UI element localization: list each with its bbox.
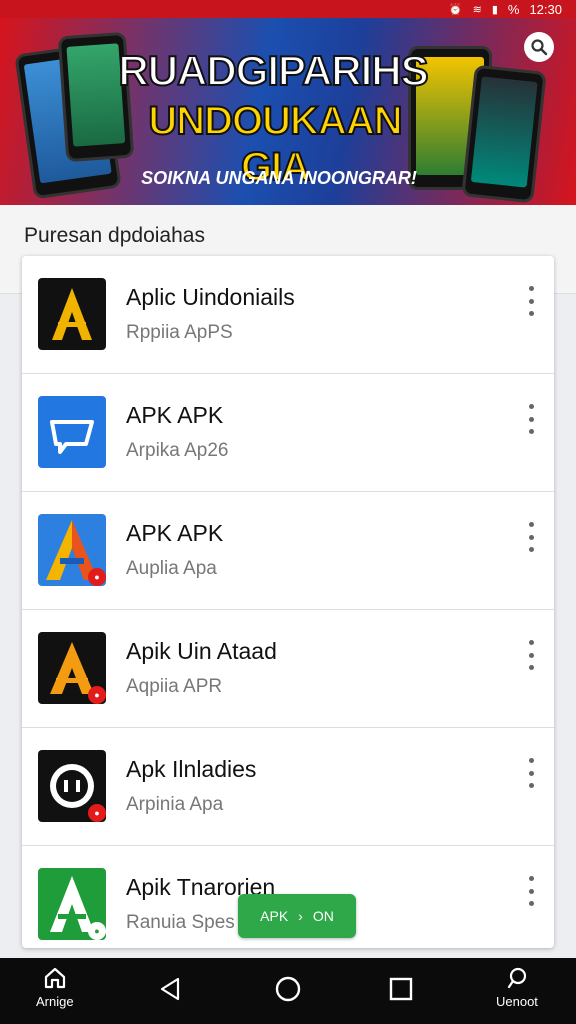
nav-back[interactable]	[158, 976, 182, 1002]
list-item[interactable]: ● APK APK Auplia Apa	[22, 492, 554, 610]
gold-a-icon: ●	[38, 632, 106, 704]
app-name: Aplic Uindoniails	[126, 284, 295, 310]
install-label: APK	[260, 908, 289, 924]
face-icon: ●	[38, 750, 106, 822]
app-subtitle: Auplia Apa	[126, 558, 217, 579]
app-subtitle: Arpinia Apa	[126, 794, 224, 815]
status-bar: ⏰ ≋ ▮ % 12:30	[0, 0, 576, 18]
home-icon	[44, 967, 65, 989]
install-button[interactable]: APK › ON	[238, 894, 356, 938]
nav-recents[interactable]	[388, 976, 414, 1002]
more-options-icon[interactable]	[526, 876, 536, 906]
app-subtitle: Rppiia ApPS	[126, 322, 233, 343]
alarm-icon: ⏰	[448, 3, 463, 16]
badge-icon: ●	[88, 922, 106, 940]
app-name: APK APK	[126, 402, 224, 428]
more-options-icon[interactable]	[526, 758, 536, 788]
nav-home-label: Arnige	[36, 994, 74, 1009]
badge-icon: ●	[88, 804, 106, 822]
nav-account[interactable]: Uenoot	[496, 966, 538, 1009]
app-list: Aplic Uindoniails Rppiia ApPS APK APK Ar…	[22, 256, 554, 948]
app-name: APK APK	[126, 520, 224, 546]
promo-banner[interactable]: RUADGIPARIHS UNDOUKAAN GIA SOIKNA UNGANA…	[0, 18, 576, 205]
badge-icon: ●	[88, 568, 106, 586]
signal-icon: ▮	[491, 3, 498, 16]
more-options-icon[interactable]	[526, 522, 536, 552]
wifi-icon: ≋	[472, 3, 482, 16]
nav-home[interactable]: Arnige	[36, 966, 74, 1009]
banner-tagline: SOIKNA UNGANA INOONGRAR!	[141, 168, 417, 188]
color-a-icon: ●	[38, 514, 106, 586]
recents-icon	[389, 977, 413, 1001]
list-item[interactable]: ● Apk Ilnladies Arpinia Apa	[22, 728, 554, 846]
section-title: Puresan dpdoiahas	[24, 224, 205, 247]
gold-a-icon	[38, 278, 106, 350]
account-icon	[507, 967, 527, 989]
nav-account-label: Uenoot	[496, 994, 538, 1009]
green-a-icon: ●	[38, 868, 106, 940]
nav-home-button[interactable]	[274, 975, 302, 1003]
more-options-icon[interactable]	[526, 404, 536, 434]
arrow-right-icon: ›	[298, 908, 303, 924]
search-icon	[531, 39, 548, 56]
more-options-icon[interactable]	[526, 640, 536, 670]
blue-tag-icon	[38, 396, 106, 468]
battery-indicator: %	[507, 1, 520, 17]
list-item[interactable]: APK APK Arpika Ap26	[22, 374, 554, 492]
search-button[interactable]	[524, 32, 554, 62]
app-subtitle: Ranuia Spes	[126, 912, 235, 933]
circle-home-icon	[275, 976, 301, 1002]
phone-illustration	[461, 64, 547, 204]
install-label-right: ON	[312, 908, 334, 924]
badge-icon: ●	[88, 686, 106, 704]
app-subtitle: Aqpiia APR	[126, 676, 223, 697]
app-name: Apk Ilnladies	[126, 756, 257, 782]
status-time: 12:30	[529, 1, 562, 17]
app-subtitle: Arpika Ap26	[126, 440, 229, 461]
app-name: Apik Uin Ataad	[126, 638, 277, 664]
back-icon	[160, 977, 180, 1001]
list-item[interactable]: ● Apik Uin Ataad Aqpiia APR	[22, 610, 554, 728]
more-options-icon[interactable]	[526, 286, 536, 316]
list-item[interactable]: Aplic Uindoniails Rppiia ApPS	[22, 256, 554, 374]
navigation-bar: Arnige Uenoot	[0, 958, 576, 1024]
banner-title: RUADGIPARIHS	[117, 47, 429, 95]
